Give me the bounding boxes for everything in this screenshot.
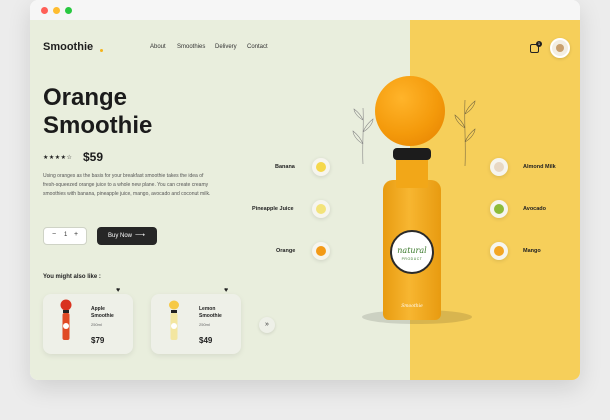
landing-page: Smoothie About Smoothies Delivery Contac… <box>30 20 580 380</box>
maximize-window-dot[interactable] <box>65 7 72 14</box>
product-card-price: $79 <box>91 336 105 345</box>
bottle-label-top: natural <box>397 246 427 255</box>
leaf-sketch-right <box>454 99 476 167</box>
product-title: Orange Smoothie <box>43 84 193 140</box>
buy-now-button[interactable]: Buy Now ⟶ <box>97 227 157 245</box>
bottle-neck <box>396 158 428 188</box>
product-card-volume: 250ml <box>91 322 102 327</box>
bottle-label-bottom: PRODUCT <box>401 257 423 261</box>
increase-quantity-button[interactable]: + <box>74 231 78 238</box>
next-products-button[interactable]: » <box>259 317 275 333</box>
heart-icon[interactable]: ♥ <box>224 287 228 294</box>
avocado-icon <box>490 200 508 218</box>
user-avatar[interactable] <box>550 38 570 58</box>
mango-icon <box>490 242 508 260</box>
nav-about[interactable]: About <box>150 44 166 50</box>
rating-stars: ★★★★☆ <box>43 155 73 161</box>
logo-dot <box>100 49 103 52</box>
ingredient-label-pineapple-juice: Pineapple Juice <box>252 206 294 212</box>
product-description: Using oranges as the basis for your brea… <box>43 173 211 197</box>
almond-milk-icon <box>490 158 508 176</box>
apple-smoothie-bottle-image <box>60 299 72 340</box>
heart-icon[interactable]: ♥ <box>116 287 120 294</box>
product-card-name: Apple Smoothie <box>91 306 114 319</box>
product-price: $59 <box>83 150 104 164</box>
pineapple-juice-icon <box>312 200 330 218</box>
ingredient-label-banana: Banana <box>275 164 295 170</box>
ingredient-label-avocado: Avocado <box>523 206 547 212</box>
ingredient-label-almond-milk: Almond Milk <box>523 164 556 170</box>
product-card-lemon[interactable]: ♥ Lemon Smoothie 250ml $49 <box>151 287 241 354</box>
minimize-window-dot[interactable] <box>53 7 60 14</box>
nav-smoothies[interactable]: Smoothies <box>177 44 205 50</box>
nav-delivery[interactable]: Delivery <box>215 44 237 50</box>
buy-now-label: Buy Now <box>108 233 133 239</box>
banana-icon <box>312 158 330 176</box>
ingredient-label-orange: Orange <box>276 248 296 254</box>
nav-contact[interactable]: Contact <box>247 44 268 50</box>
bottle-cap <box>393 148 431 160</box>
product-title-line1: Orange <box>43 84 128 111</box>
product-card-name: Lemon Smoothie <box>199 306 222 319</box>
close-window-dot[interactable] <box>41 7 48 14</box>
bottle-brand: Smoothie <box>401 304 423 309</box>
browser-window: Smoothie About Smoothies Delivery Contac… <box>30 0 580 380</box>
product-title-line2: Smoothie <box>43 112 153 139</box>
also-like-heading: You might also like : <box>43 274 101 280</box>
browser-titlebar <box>30 0 580 20</box>
quantity-stepper: − 1 + <box>43 227 87 245</box>
arrow-right-icon: ⟶ <box>135 232 146 239</box>
quantity-value: 1 <box>64 232 68 238</box>
orange-fruit-image <box>375 76 445 146</box>
ingredient-label-mango: Mango <box>523 248 541 254</box>
lemon-smoothie-bottle-image <box>169 300 179 340</box>
product-card-price: $49 <box>199 336 213 345</box>
site-logo[interactable]: Smoothie <box>43 41 93 53</box>
decrease-quantity-button[interactable]: − <box>52 231 56 238</box>
bottle-label: natural PRODUCT <box>390 230 434 274</box>
product-card-volume: 250ml <box>199 322 210 327</box>
leaf-sketch-left <box>352 107 374 165</box>
orange-icon <box>312 242 330 260</box>
cart-count-badge: 1 <box>536 41 542 47</box>
product-card-apple[interactable]: ♥ Apple Smoothie 250ml $79 <box>43 287 133 354</box>
